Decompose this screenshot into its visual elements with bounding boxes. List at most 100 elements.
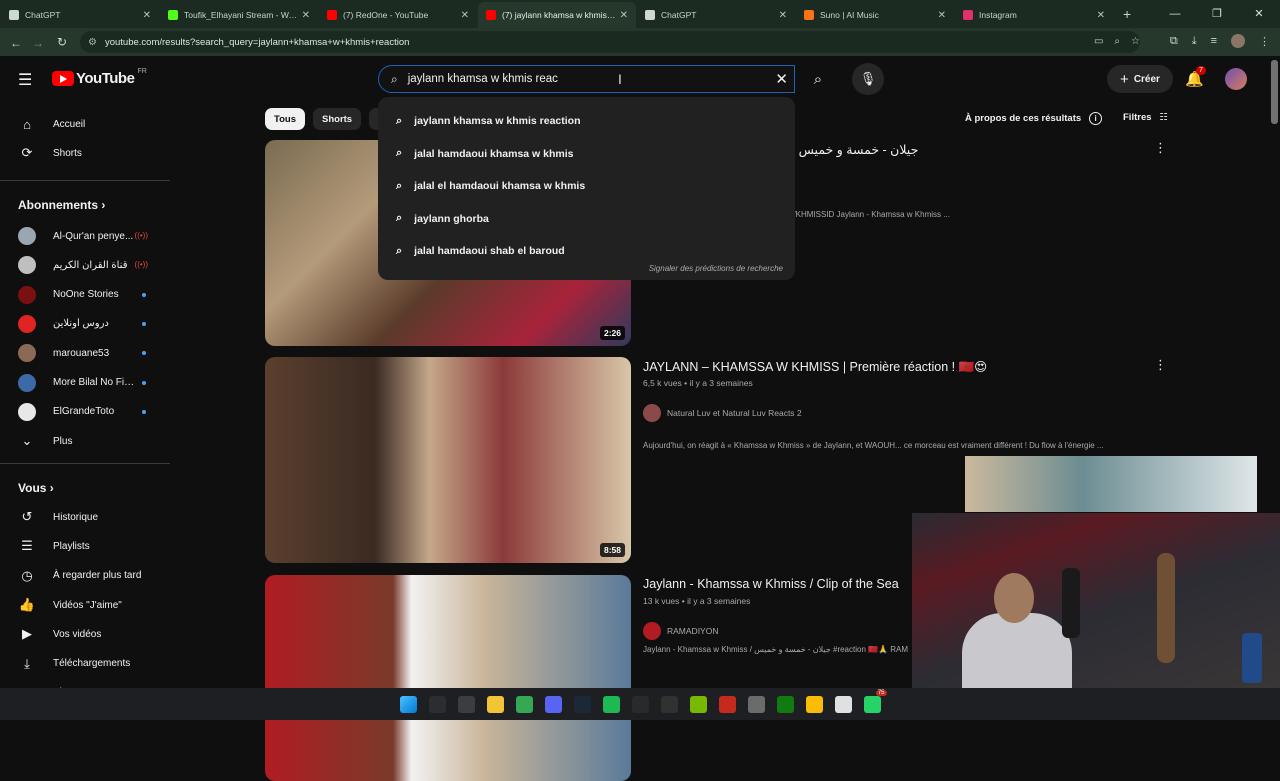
search-icon: ⌕ — [813, 70, 823, 88]
sidebar-you-item[interactable]: ⌄Plus — [0, 679, 170, 688]
browser-tab[interactable]: (7) jaylann khamsa w khmis rea ✕ — [478, 2, 636, 28]
sidebar-you-item[interactable]: ◷ À regarder plus tard — [0, 562, 170, 590]
cast-icon[interactable]: ▭ — [1094, 36, 1103, 47]
sidebar-item-shorts[interactable]: ⟳ Shorts — [0, 139, 170, 167]
search-suggestion-item[interactable]: ⌕ jaylann ghorba — [378, 203, 795, 236]
create-button[interactable]: + Créer — [1107, 65, 1173, 93]
chrome-icon[interactable] — [515, 695, 533, 713]
page-scrollbar[interactable] — [1271, 60, 1278, 124]
browser-tab[interactable]: ChatGPT ✕ — [637, 2, 795, 28]
browser-tab[interactable]: Instagram ✕ — [955, 2, 1113, 28]
channel-link[interactable]: Natural Luv et Natural Luv Reacts 2 — [643, 404, 802, 422]
file-explorer-icon[interactable] — [486, 695, 504, 713]
site-info-icon[interactable]: ⚙ — [88, 37, 97, 48]
report-predictions-link[interactable]: Signaler des prédictions de recherche — [649, 264, 783, 273]
sidebar-you-item[interactable]: ▶ Vos vidéos — [0, 620, 170, 648]
person-head — [994, 573, 1034, 623]
downloads-icon[interactable]: ⤓ — [1192, 35, 1197, 48]
video-thumbnail[interactable]: 8:58 — [265, 357, 631, 563]
video-thumbnail[interactable] — [265, 575, 631, 781]
suggestion-text: jalal hamdaoui khamsa w khmis — [414, 147, 574, 160]
app-badge-icon[interactable] — [834, 695, 852, 713]
minimize-button[interactable]: — — [1154, 0, 1196, 28]
tab-close-icon[interactable]: ✕ — [1097, 10, 1105, 21]
davinci-icon[interactable] — [631, 695, 649, 713]
sidebar-you-item[interactable]: ⤓ Téléchargements — [0, 650, 170, 678]
whatsapp-icon[interactable]: 75 — [863, 689, 887, 713]
sidebar-subscription-item[interactable]: قناة القرآن الكريم ((•)) — [0, 251, 170, 279]
obs-icon[interactable] — [718, 695, 736, 713]
search-input[interactable]: ⌕ jaylann khamsa w khmis reac ✕ — [378, 65, 795, 93]
sidebar-more-button[interactable]: ⌄ Plus — [0, 427, 170, 455]
search-button[interactable]: ⌕ — [800, 65, 836, 93]
youtube-play-icon — [52, 71, 74, 86]
xbox-icon[interactable] — [776, 695, 794, 713]
sidebar-subscription-item[interactable]: More Bilal No Filt... — [0, 369, 170, 397]
video-title[interactable]: JAYLANN – KHAMSSA W KHMISS | Première ré… — [643, 359, 987, 375]
sidebar-subscription-item[interactable]: Al-Qur'an penye... ((•)) — [0, 222, 170, 250]
subscriptions-heading[interactable]: Abonnements › — [18, 198, 105, 212]
nvidia-icon[interactable] — [689, 695, 707, 713]
youtube-logo[interactable]: YouTube FR — [52, 68, 147, 87]
account-avatar[interactable] — [1225, 68, 1247, 90]
hamburger-menu-icon[interactable]: ☰ — [18, 70, 32, 90]
tab-close-icon[interactable]: ✕ — [143, 10, 151, 21]
clear-search-icon[interactable]: ✕ — [775, 70, 788, 88]
back-icon[interactable]: ← — [4, 36, 28, 50]
search-suggestion-item[interactable]: ⌕ jalal hamdaoui khamsa w khmis — [378, 138, 795, 171]
reload-icon[interactable]: ↻ — [50, 35, 74, 49]
tab-close-icon[interactable]: ✕ — [302, 10, 310, 21]
about-results-button[interactable]: À propos de ces résultats i — [965, 112, 1103, 125]
sidebar-item-accueil[interactable]: ⌂ Accueil — [0, 110, 170, 138]
more-actions-icon[interactable]: ⋮ — [1154, 140, 1167, 156]
task-view-icon[interactable] — [457, 695, 475, 713]
profile-icon[interactable] — [1231, 34, 1245, 48]
forward-icon[interactable]: → — [26, 36, 50, 50]
tab-close-icon[interactable]: ✕ — [620, 10, 628, 21]
windows-start-icon[interactable] — [399, 695, 417, 713]
you-heading[interactable]: Vous › — [18, 481, 54, 495]
sidebar-you-item[interactable]: 👍 Vidéos "J'aime" — [0, 591, 170, 619]
sidebar-you-item[interactable]: ☰ Playlists — [0, 532, 170, 560]
sidebar-subscription-item[interactable]: marouane53 — [0, 339, 170, 367]
filter-chip[interactable]: Tous — [265, 108, 305, 130]
tab-close-icon[interactable]: ✕ — [779, 10, 787, 21]
search-suggestion-item[interactable]: ⌕ jalal el hamdaoui khamsa w khmis — [378, 170, 795, 203]
notifications-button[interactable]: 🔔 7 — [1185, 66, 1206, 88]
browser-tab[interactable]: Toufik_Elhayani Stream - Watch ✕ — [160, 2, 318, 28]
spotify-icon[interactable] — [602, 695, 620, 713]
search-suggestion-item[interactable]: ⌕ jalal hamdaoui shab el baroud — [378, 235, 795, 268]
browser-tab[interactable]: (7) RedOne - YouTube ✕ — [319, 2, 477, 28]
sidebar-you-item[interactable]: ↺ Historique — [0, 503, 170, 531]
search-icon[interactable] — [428, 695, 446, 713]
browser-tab[interactable]: Suno | AI Music ✕ — [796, 2, 954, 28]
maximize-button[interactable]: ❐ — [1196, 0, 1238, 28]
epic-games-icon[interactable] — [660, 695, 678, 713]
bookmark-star-icon[interactable]: ☆ — [1131, 36, 1140, 47]
new-tab-button[interactable]: + — [1113, 2, 1141, 28]
close-window-button[interactable]: ✕ — [1238, 0, 1280, 28]
chrome-active-icon[interactable] — [805, 695, 823, 713]
zoom-icon[interactable]: ⌕ — [1114, 36, 1120, 47]
search-suggestion-item[interactable]: ⌕ jaylann khamsa w khmis reaction — [378, 105, 795, 138]
menu-kebab-icon[interactable]: ⋮ — [1259, 35, 1270, 48]
filters-button[interactable]: Filtres ☷ — [1123, 112, 1168, 123]
video-title[interactable]: Jaylann - Khamssa w Khmiss / Clip of the… — [643, 577, 899, 591]
filter-chip[interactable]: Shorts — [313, 108, 362, 130]
sidebar-subscription-item[interactable]: NoOne Stories — [0, 281, 170, 309]
discord-icon[interactable] — [544, 695, 562, 713]
channel-name: RAMADIYON — [667, 626, 719, 636]
browser-tab[interactable]: ChatGPT ✕ — [1, 2, 159, 28]
tab-close-icon[interactable]: ✕ — [938, 10, 946, 21]
more-actions-icon[interactable]: ⋮ — [1154, 357, 1167, 373]
voice-search-button[interactable]: 🎙 — [852, 63, 884, 95]
extensions-icon[interactable]: ⧉ — [1170, 35, 1178, 48]
tab-close-icon[interactable]: ✕ — [461, 10, 469, 21]
media-icon[interactable]: ≡ — [1211, 35, 1217, 47]
channel-link[interactable]: RAMADIYON — [643, 622, 718, 640]
sidebar-subscription-item[interactable]: دروس أونلاين — [0, 310, 170, 338]
steam-icon[interactable] — [573, 695, 591, 713]
sidebar-subscription-item[interactable]: ElGrandeToto — [0, 398, 170, 426]
omnibox[interactable]: ⚙ youtube.com/results?search_query=jayla… — [80, 31, 1140, 53]
photo-icon[interactable] — [747, 695, 765, 713]
